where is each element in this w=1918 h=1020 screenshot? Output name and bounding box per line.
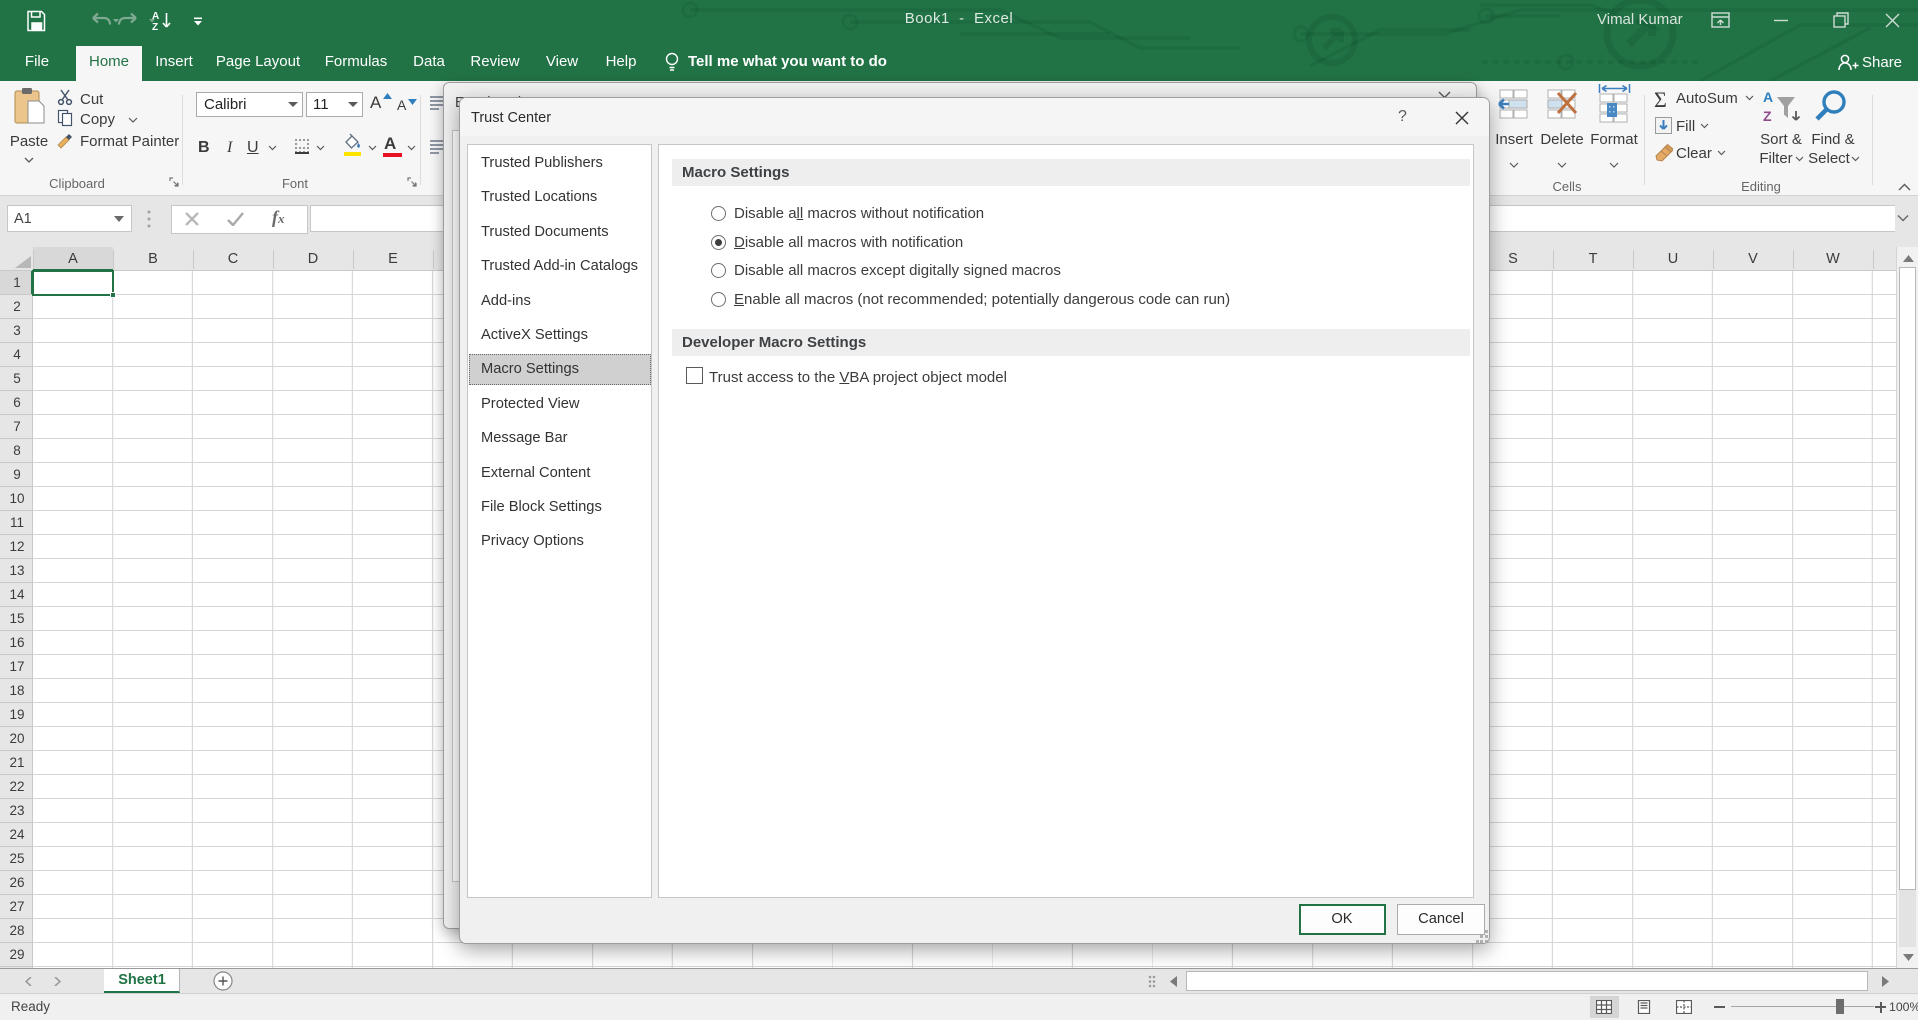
- svg-text:A: A: [1763, 89, 1773, 105]
- svg-text:Z: Z: [1763, 108, 1772, 124]
